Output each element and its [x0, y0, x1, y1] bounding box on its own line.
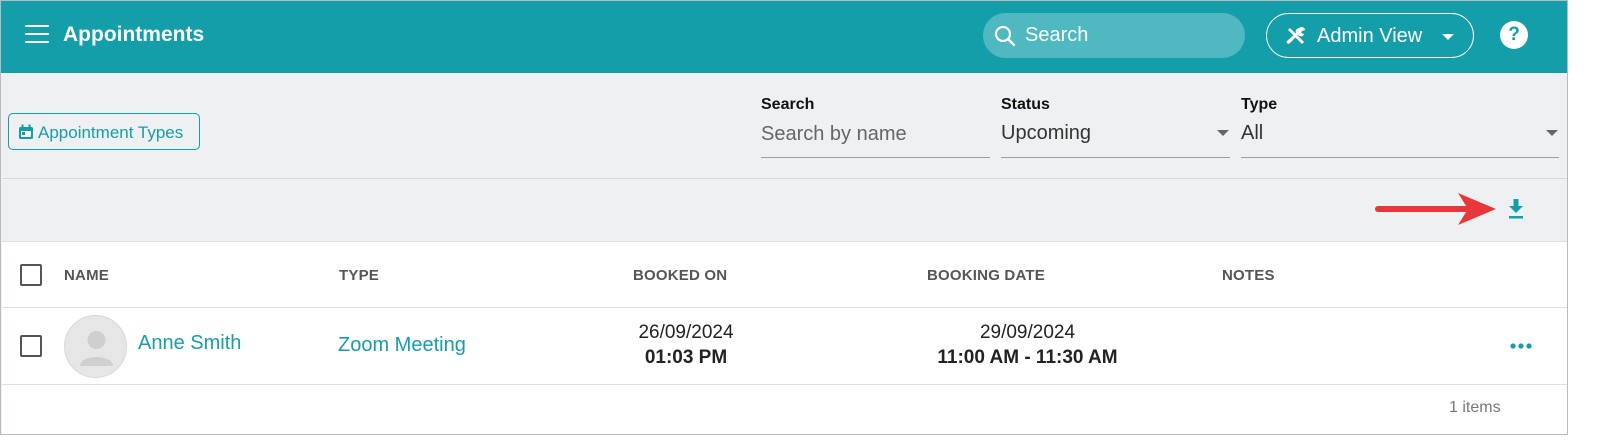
- appointment-type-link[interactable]: Zoom Meeting: [338, 334, 466, 357]
- booking-date: 29/09/2024: [979, 322, 1076, 343]
- column-header-booking-date[interactable]: BOOKING DATE: [927, 267, 1045, 284]
- booked-on-date: 26/09/2024: [638, 322, 734, 343]
- chevron-down-icon: [1442, 34, 1454, 40]
- menu-icon[interactable]: [25, 25, 49, 45]
- search-underline: [761, 157, 990, 158]
- booking-time: 11:00 AM - 11:30 AM: [937, 347, 1118, 368]
- search-filter-label: Search: [761, 96, 815, 113]
- select-all-checkbox[interactable]: [20, 264, 42, 286]
- top-bar: Appointments Admin View ?: [1, 1, 1567, 73]
- status-filter-label: Status: [1001, 96, 1050, 113]
- global-search[interactable]: [983, 13, 1245, 58]
- table-toolbar: [2, 179, 1567, 242]
- calendar-icon: [19, 124, 33, 139]
- search-by-name-input[interactable]: [761, 120, 989, 148]
- chevron-down-icon: [1546, 130, 1558, 136]
- column-header-type[interactable]: TYPE: [339, 267, 379, 284]
- more-options-icon[interactable]: [1510, 342, 1532, 350]
- avatar-icon: [80, 331, 113, 366]
- chevron-down-icon: [1217, 130, 1229, 136]
- appointment-name-link[interactable]: Anne Smith: [138, 332, 241, 355]
- booked-on-time: 01:03 PM: [644, 347, 728, 368]
- download-icon[interactable]: [1507, 198, 1525, 220]
- items-count: 1 items: [1449, 399, 1501, 416]
- appointment-types-button[interactable]: Appointment Types: [8, 113, 200, 150]
- status-select-value[interactable]: Upcoming: [1001, 122, 1091, 145]
- column-header-notes[interactable]: NOTES: [1222, 267, 1275, 284]
- type-filter-label: Type: [1241, 96, 1278, 113]
- tools-icon: [1286, 26, 1305, 44]
- appointments-table-card: NAME TYPE BOOKED ON BOOKING DATE NOTES A…: [2, 178, 1567, 434]
- row-checkbox[interactable]: [20, 335, 42, 357]
- table-header: NAME TYPE BOOKED ON BOOKING DATE NOTES: [2, 242, 1567, 308]
- admin-view-button[interactable]: Admin View: [1266, 13, 1474, 58]
- annotation-arrow-icon: [1375, 193, 1496, 225]
- search-icon: [994, 25, 1016, 47]
- column-header-booked-on[interactable]: BOOKED ON: [633, 267, 727, 284]
- type-select-value[interactable]: All: [1241, 122, 1263, 145]
- table-row[interactable]: Anne Smith Zoom Meeting 26/09/2024 01:03…: [2, 308, 1567, 385]
- app-frame: Appointments Admin View ? Appo: [0, 0, 1568, 435]
- avatar: [64, 315, 127, 378]
- page-title: Appointments: [63, 23, 205, 46]
- status-underline: [1001, 157, 1230, 158]
- help-icon[interactable]: ?: [1500, 21, 1528, 49]
- admin-view-label: Admin View: [1317, 25, 1423, 47]
- appointment-types-label: Appointment Types: [38, 123, 184, 142]
- type-underline: [1241, 157, 1559, 158]
- column-header-name[interactable]: NAME: [64, 267, 109, 284]
- global-search-input[interactable]: [1025, 13, 1225, 58]
